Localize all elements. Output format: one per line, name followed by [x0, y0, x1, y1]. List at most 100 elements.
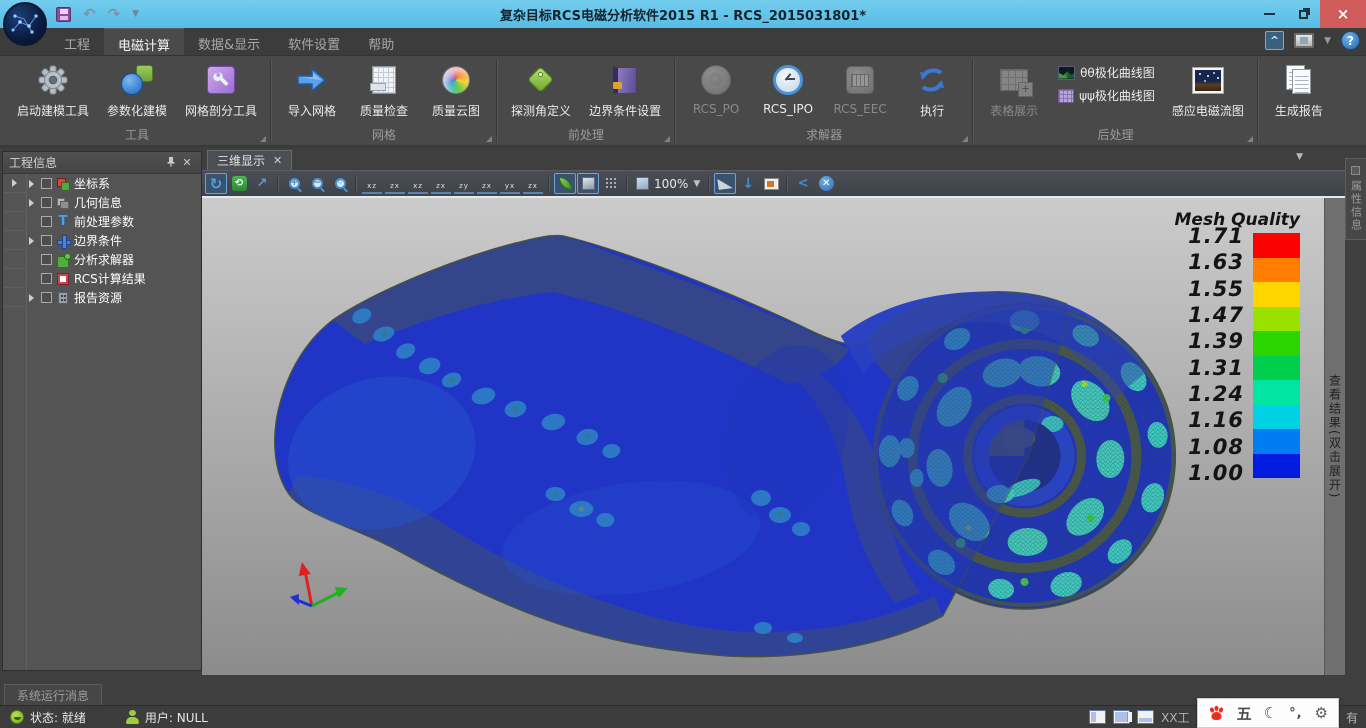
ime-mode-label[interactable]: 五	[1237, 703, 1252, 724]
tree-item-preprocess-params[interactable]: T 前处理参数	[27, 212, 201, 231]
menu-tab-data-display[interactable]: 数据&显示	[184, 28, 274, 55]
zoom-out-button[interactable]: −	[306, 173, 328, 194]
axis-view-button[interactable]: zy	[454, 174, 474, 194]
snapshot-button[interactable]	[760, 173, 782, 194]
expander-icon[interactable]	[29, 180, 34, 188]
tab-close-icon[interactable]: ✕	[273, 154, 282, 167]
layout-split-icon[interactable]	[1113, 710, 1130, 724]
tab-list-caret-icon[interactable]: ▼	[1296, 152, 1303, 162]
zoom-level-control[interactable]: 100% ▼	[632, 177, 704, 191]
tree-item-solver[interactable]: 分析求解器	[27, 250, 201, 269]
tab-attribute-info[interactable]: 属性信息	[1345, 158, 1366, 240]
display-style-caret-icon[interactable]: ▼	[1324, 36, 1331, 46]
tree-item-rcs-result[interactable]: RCS计算结果	[27, 269, 201, 288]
boundary-condition-button[interactable]: 边界条件设置	[580, 56, 670, 119]
axis-view-button[interactable]: xz	[408, 174, 428, 194]
axis-view-button[interactable]: zx	[431, 174, 451, 194]
checkbox[interactable]	[41, 178, 52, 189]
menu-tab-project[interactable]: 工程	[50, 28, 104, 55]
group-expand-icon[interactable]	[664, 136, 670, 142]
smooth-shade-button[interactable]	[554, 173, 576, 194]
import-mesh-button[interactable]: 导入网格	[276, 56, 348, 119]
mesh-partition-tool-button[interactable]: 网格剖分工具	[176, 56, 266, 119]
tree-item-geometry-info[interactable]: 几何信息	[27, 193, 201, 212]
generate-report-button[interactable]: 生成报告	[1263, 56, 1335, 119]
wireframe-button[interactable]	[600, 173, 622, 194]
ime-toolbar[interactable]: 五 ☾ °, ⚙	[1197, 698, 1339, 728]
close-result-button[interactable]: ✕	[815, 173, 837, 194]
pan-button[interactable]: ↗	[251, 173, 273, 194]
layout-left-icon[interactable]	[1089, 710, 1106, 724]
menu-tab-help[interactable]: 帮助	[354, 28, 408, 55]
help-icon[interactable]: ?	[1341, 31, 1360, 50]
psi-polarization-curve-button[interactable]: ψψ极化曲线图	[1058, 87, 1155, 104]
display-style-icon[interactable]	[1294, 33, 1314, 48]
tab-3d-display[interactable]: 三维显示 ✕	[207, 150, 292, 170]
pin-icon[interactable]	[163, 156, 179, 170]
menu-tab-em-compute[interactable]: 电磁计算	[104, 28, 184, 55]
tree-item-report-resource[interactable]: 报告资源	[27, 288, 201, 307]
save-icon[interactable]	[56, 7, 71, 22]
expander-icon[interactable]	[29, 199, 34, 207]
menu-tab-settings[interactable]: 软件设置	[274, 28, 354, 55]
expander-icon[interactable]	[29, 294, 34, 302]
quality-cloud-button[interactable]: 质量云图	[420, 56, 492, 119]
zoom-in-button[interactable]: +	[283, 173, 305, 194]
launch-modeling-tool-button[interactable]: 启动建模工具	[8, 56, 98, 119]
axis-view-button[interactable]: yx	[500, 174, 520, 194]
axis-view-button[interactable]: xz	[362, 174, 382, 194]
induced-current-map-button[interactable]: 感应电磁流图	[1163, 56, 1253, 119]
panel-close-icon[interactable]: ✕	[179, 156, 195, 169]
flat-shade-button[interactable]	[577, 173, 599, 194]
parametric-modeling-button[interactable]: 参数化建模	[98, 56, 176, 119]
rcs-ipo-button[interactable]: RCS_IPO	[752, 56, 824, 116]
zoom-level-caret-icon[interactable]: ▼	[693, 179, 700, 189]
group-expand-icon[interactable]	[962, 136, 968, 142]
flow-button[interactable]: <	[792, 173, 814, 194]
checkbox[interactable]	[41, 273, 52, 284]
expander-icon[interactable]	[29, 237, 34, 245]
group-expand-icon[interactable]	[1247, 136, 1253, 142]
tree-item-boundary-condition[interactable]: 边界条件	[27, 231, 201, 250]
axis-view-button[interactable]: zx	[385, 174, 405, 194]
quality-check-button[interactable]: 质量检查	[348, 56, 420, 119]
close-button[interactable]: ×	[1320, 0, 1366, 28]
execute-button[interactable]: 执行	[896, 56, 968, 119]
rcs-eec-button[interactable]: RCS_EEC	[824, 56, 896, 116]
group-expand-icon[interactable]	[260, 136, 266, 142]
minimize-button[interactable]	[1252, 0, 1286, 28]
ime-brand-paw-icon[interactable]	[1208, 705, 1225, 721]
restore-button[interactable]	[1286, 0, 1320, 28]
checkbox[interactable]	[41, 216, 52, 227]
view-results-strip[interactable]: 查看结果(双击展开)	[1324, 198, 1345, 675]
undo-icon[interactable]: ↶	[83, 7, 96, 22]
ime-settings-gear-icon[interactable]: ⚙	[1315, 704, 1328, 722]
ime-punctuation-label[interactable]: °,	[1289, 706, 1302, 721]
rcs-po-button[interactable]: RCS_PO	[680, 56, 752, 116]
quick-access-caret-icon[interactable]: ▼	[132, 9, 139, 19]
moon-icon[interactable]: ☾	[1264, 704, 1277, 722]
app-logo[interactable]	[3, 2, 47, 46]
refresh-view-button[interactable]: ⟲	[228, 173, 250, 194]
checkbox[interactable]	[41, 235, 52, 246]
axis-view-button[interactable]: zx	[477, 174, 497, 194]
rotate-button[interactable]: ↻	[205, 173, 227, 194]
probe-angle-button[interactable]: 探测角定义	[502, 56, 580, 119]
clip-plane-button[interactable]	[714, 173, 736, 194]
table-display-button[interactable]: 表格展示	[978, 56, 1050, 119]
layout-bottom-icon[interactable]	[1137, 710, 1154, 724]
drop-view-button[interactable]: ↓	[737, 173, 759, 194]
axis-view-button[interactable]: zx	[523, 174, 543, 194]
redo-icon[interactable]: ↷	[108, 7, 121, 22]
checkbox[interactable]	[41, 197, 52, 208]
3d-viewport[interactable]: Mesh Quality 1.711.63 1.551.47 1.391.31 …	[202, 198, 1345, 675]
theta-polarization-curve-button[interactable]: θθ极化曲线图	[1058, 64, 1155, 81]
mesh-model[interactable]	[202, 198, 1324, 675]
zoom-fit-button[interactable]: ◦	[329, 173, 351, 194]
tree-item-coordinate-system[interactable]: 坐标系	[27, 174, 201, 193]
checkbox[interactable]	[41, 292, 52, 303]
checkbox[interactable]	[41, 254, 52, 265]
group-expand-icon[interactable]	[486, 136, 492, 142]
tab-system-messages[interactable]: 系统运行消息	[4, 684, 102, 705]
collapse-ribbon-icon[interactable]: ^	[1265, 31, 1284, 50]
